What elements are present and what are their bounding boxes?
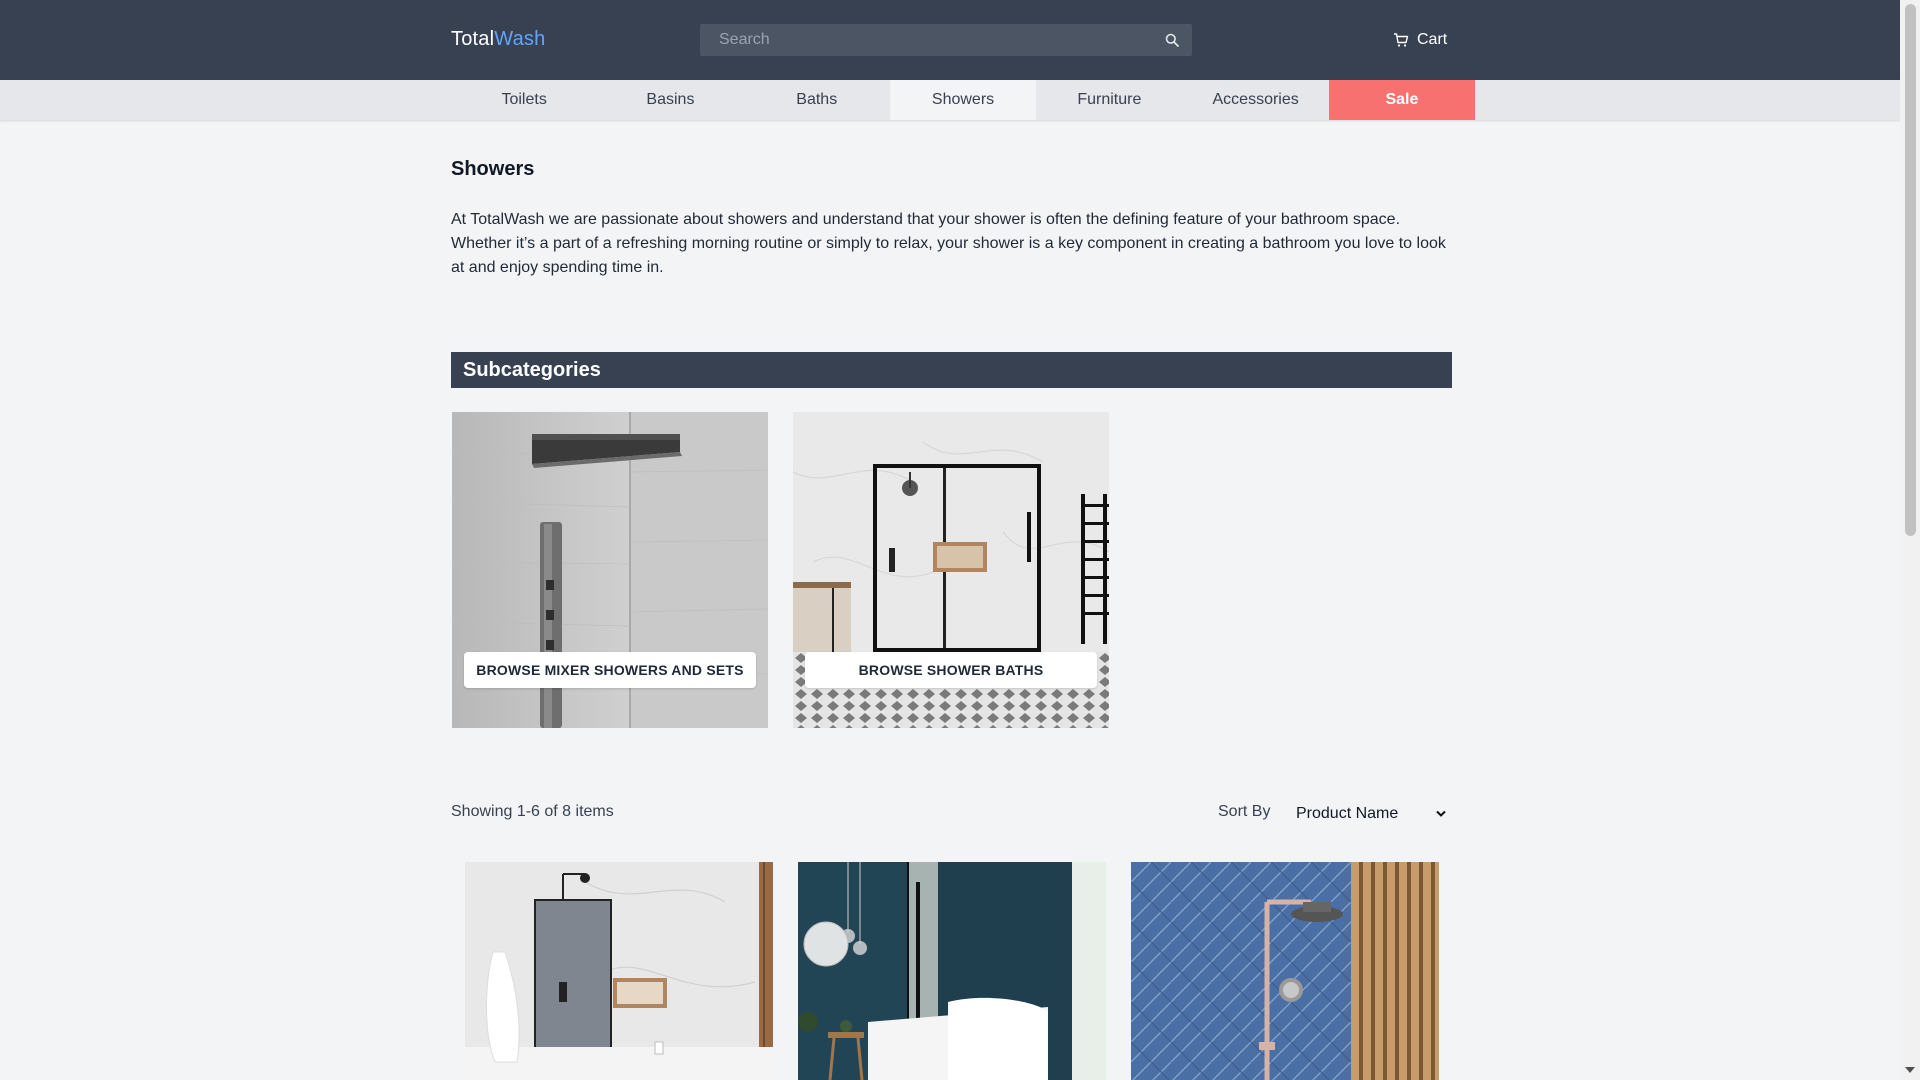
search-button[interactable] <box>1160 28 1184 52</box>
product-card[interactable] <box>1131 862 1439 1080</box>
chevron-down-icon <box>1436 810 1446 817</box>
page-title: Showers <box>451 158 535 180</box>
results-count: Showing 1-6 of 8 items <box>451 803 614 820</box>
browse-shower-baths-button[interactable]: BROWSE SHOWER BATHS <box>805 652 1097 688</box>
product-card[interactable] <box>798 862 1106 1080</box>
nav-item-toilets[interactable]: Toilets <box>451 80 597 120</box>
cart-button[interactable]: Cart <box>1393 28 1447 52</box>
nav-item-furniture[interactable]: Furniture <box>1036 80 1182 120</box>
search-bar <box>700 24 1192 56</box>
page-scrollbar[interactable] <box>1900 0 1920 1080</box>
search-icon <box>1165 33 1179 47</box>
logo-text-total: Total <box>451 28 495 50</box>
browse-mixer-showers-button[interactable]: BROWSE MIXER SHOWERS AND SETS <box>464 652 756 688</box>
site-header: TotalWash Cart <box>0 0 1900 80</box>
scrollbar-thumb[interactable] <box>1905 4 1916 536</box>
search-input[interactable] <box>700 24 1150 56</box>
category-nav-list: Toilets Basins Baths Showers Furniture A… <box>451 80 1476 120</box>
product-image <box>798 862 1106 1080</box>
category-nav: Toilets Basins Baths Showers Furniture A… <box>0 80 1900 120</box>
product-image <box>465 862 773 1080</box>
product-image <box>1131 862 1439 1080</box>
subcategories-heading: Subcategories <box>451 352 1452 388</box>
nav-item-showers[interactable]: Showers <box>889 80 1037 120</box>
product-card[interactable] <box>465 862 773 1080</box>
site-logo[interactable]: TotalWash <box>451 28 545 51</box>
sort-select[interactable]: Product Name <box>1286 800 1452 828</box>
sort-select-value: Product Name <box>1296 805 1399 822</box>
nav-item-basins[interactable]: Basins <box>597 80 743 120</box>
cart-label: Cart <box>1417 31 1448 48</box>
logo-text-wash: Wash <box>494 28 546 50</box>
cart-icon <box>1394 33 1409 47</box>
nav-item-baths[interactable]: Baths <box>744 80 890 120</box>
nav-item-sale[interactable]: Sale <box>1328 80 1476 120</box>
category-intro-text: At TotalWash we are passionate about sho… <box>451 211 1446 276</box>
nav-item-accessories[interactable]: Accessories <box>1182 80 1328 120</box>
subcategory-tile-shower-baths[interactable]: BROWSE SHOWER BATHS <box>793 412 1109 728</box>
scroll-down-arrow-icon[interactable] <box>1905 1066 1915 1074</box>
subcategory-tile-mixer-showers[interactable]: BROWSE MIXER SHOWERS AND SETS <box>452 412 768 728</box>
sort-by-label: Sort By <box>1218 803 1271 820</box>
